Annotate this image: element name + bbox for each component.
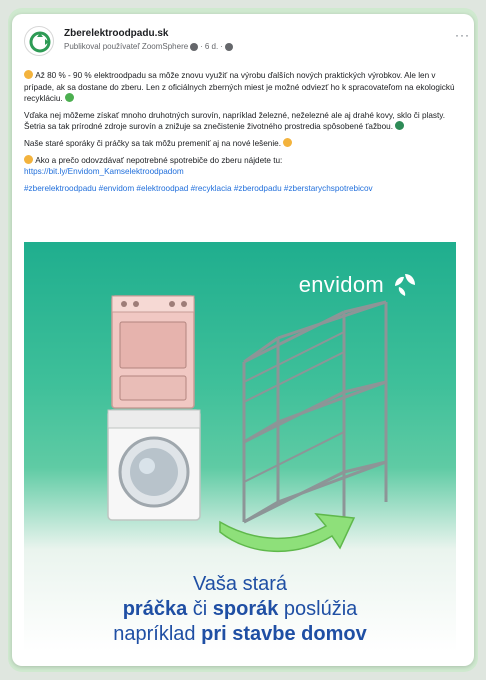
post-text: Až 80 % - 90 % elektroodpadu sa môže zno… bbox=[24, 70, 456, 199]
paragraph-4: Ako a prečo odovzdávať nepotrebné spotre… bbox=[35, 155, 283, 165]
caption-word-napriklad: napríklad bbox=[113, 623, 202, 645]
arrow-illustration bbox=[219, 513, 356, 552]
caption-word-sporak: sporák bbox=[212, 598, 279, 620]
earth-icon bbox=[395, 121, 405, 131]
recycle-icon bbox=[64, 93, 74, 103]
smile-icon bbox=[283, 137, 293, 147]
info-icon[interactable] bbox=[190, 42, 199, 51]
page-name[interactable]: Zberelektroodpadu.sk bbox=[64, 28, 168, 39]
post-header: Zberelektroodpadu.sk Publikoval používat… bbox=[24, 26, 470, 60]
stove-illustration bbox=[111, 295, 195, 409]
caption-word-pracka: práčka bbox=[122, 598, 188, 620]
globe-icon bbox=[224, 42, 233, 51]
washing-machine-illustration bbox=[107, 409, 201, 521]
post-author-meta: Publikoval používateľ ZoomSphere bbox=[64, 42, 189, 51]
more-options-button[interactable]: ··· bbox=[455, 28, 470, 42]
caption-line-1: Vaša stará bbox=[192, 573, 288, 595]
post-time[interactable]: 6 d. bbox=[205, 42, 218, 51]
hashtags[interactable]: #zberelektroodpadu #envidom #elektroodpa… bbox=[24, 183, 456, 195]
caption-word-posluzia: poslúžia bbox=[278, 598, 358, 620]
paragraph-2: Vďaka nej môžeme získať mnoho druhotných… bbox=[24, 110, 446, 132]
pointing-hand-icon bbox=[24, 70, 33, 79]
page-avatar[interactable] bbox=[24, 26, 54, 56]
pointing-hand-icon bbox=[24, 154, 33, 164]
caption-line-3: napríklad pri stavbe domov bbox=[24, 622, 456, 647]
paragraph-3: Naše staré sporáky či práčky sa tak môžu… bbox=[24, 138, 282, 148]
caption-word-stavbe: pri stavbe domov bbox=[201, 623, 367, 645]
image-caption: Vaša stará práčka či sporák poslúžia nap… bbox=[24, 572, 456, 647]
caption-word-ci: či bbox=[187, 598, 213, 620]
paragraph-1: Až 80 % - 90 % elektroodpadu sa môže zno… bbox=[24, 71, 455, 104]
logo-icon bbox=[29, 31, 51, 53]
post-image[interactable]: envidom Vaša stará práčka či sporák posl… bbox=[24, 242, 456, 652]
scaffolding-illustration bbox=[242, 300, 388, 524]
illustration bbox=[107, 295, 388, 552]
caption-line-2: práčka či sporák poslúžia bbox=[24, 597, 456, 622]
post-link[interactable]: https://bit.ly/Envidom_Kamselektroodpado… bbox=[24, 167, 184, 176]
post-meta: Publikoval používateľ ZoomSphere · 6 d. … bbox=[64, 42, 233, 51]
